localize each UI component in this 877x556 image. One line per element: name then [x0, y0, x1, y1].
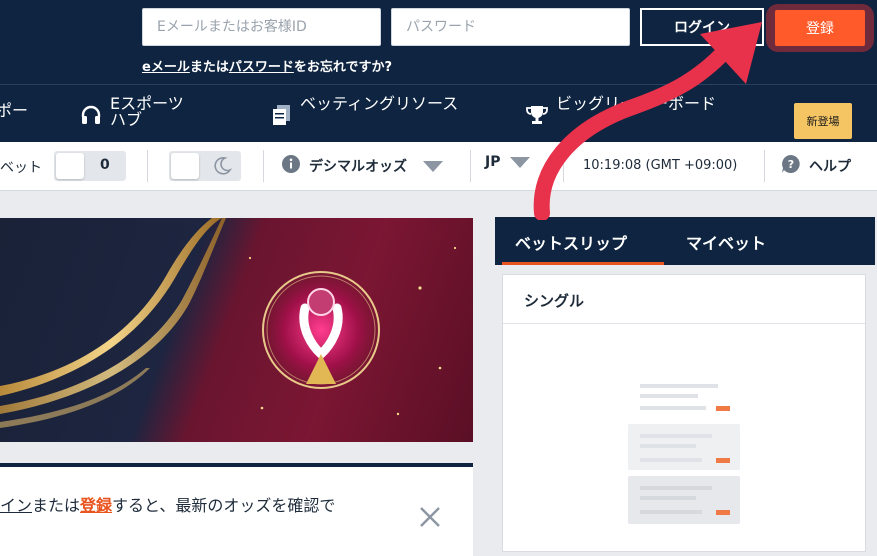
forgot-credentials: eメールまたはパスワードをお忘れですか? — [142, 56, 392, 75]
divider — [263, 150, 264, 182]
banner-artwork — [0, 218, 457, 428]
divider — [470, 150, 471, 182]
language-select[interactable]: JP — [485, 154, 531, 170]
forgot-password-link[interactable]: パスワード — [229, 60, 294, 75]
login-link[interactable]: イン — [0, 496, 32, 515]
tab-my-bets[interactable]: マイベット — [686, 230, 766, 254]
divider — [147, 150, 148, 182]
quick-bet-toggle[interactable]: 0 — [54, 151, 126, 181]
quick-bet-label: ベット — [0, 160, 42, 176]
nav-item-label: ポー — [0, 101, 29, 120]
help-label: ヘルプ — [809, 159, 851, 175]
chevron-down-icon — [423, 160, 443, 172]
forgot-email-link[interactable]: eメール — [142, 60, 190, 75]
toggle-knob — [171, 153, 199, 179]
moon-icon — [211, 155, 233, 181]
headset-icon — [80, 104, 102, 129]
nav-item-poker[interactable]: ポー — [0, 103, 28, 119]
login-prompt-middle: または — [32, 496, 81, 515]
new-badge: 新登場 — [794, 103, 852, 139]
login-prompt-text: インまたは登録すると、最新のオッズを確認で — [0, 492, 335, 516]
register-button[interactable]: 登録 — [775, 10, 865, 46]
toggle-knob — [56, 153, 84, 179]
close-icon[interactable] — [418, 505, 442, 529]
tab-betslip[interactable]: ベットスリップ — [515, 230, 627, 254]
chevron-down-icon — [510, 156, 531, 168]
forgot-suffix-text: をお忘れですか? — [293, 60, 393, 75]
quick-bet-value: 0 — [100, 157, 110, 173]
nav-item-label: ベッティングリソース — [300, 94, 459, 113]
svg-text:?: ? — [788, 158, 794, 171]
help-link[interactable]: ? ヘルプ — [781, 154, 851, 178]
register-link[interactable]: 登録 — [80, 496, 112, 515]
info-icon — [281, 154, 301, 178]
language-label: JP — [485, 154, 501, 170]
email-input[interactable] — [142, 8, 381, 46]
document-icon — [272, 104, 292, 129]
odds-format-label: デシマルオッズ — [309, 159, 407, 175]
nav-item-label: Eスポーツハブ — [110, 94, 184, 129]
empty-betslip-illustration — [628, 384, 740, 524]
login-prompt-suffix: すると、最新のオッズを確認で — [112, 496, 336, 515]
nav-item-betting-resources[interactable]: ベッティングリソース — [272, 96, 464, 129]
help-icon: ? — [781, 154, 801, 178]
odds-format-select[interactable]: デシマルオッズ — [281, 154, 443, 178]
nav-item-esports-hub[interactable]: Eスポーツハブ — [80, 96, 188, 129]
dark-mode-toggle[interactable] — [169, 151, 241, 181]
promo-banner[interactable] — [0, 218, 473, 442]
annotation-arrow-icon — [533, 22, 762, 220]
bet-type-single[interactable]: シングル — [524, 290, 584, 311]
forgot-middle-text: または — [189, 60, 229, 75]
divider — [503, 323, 865, 324]
